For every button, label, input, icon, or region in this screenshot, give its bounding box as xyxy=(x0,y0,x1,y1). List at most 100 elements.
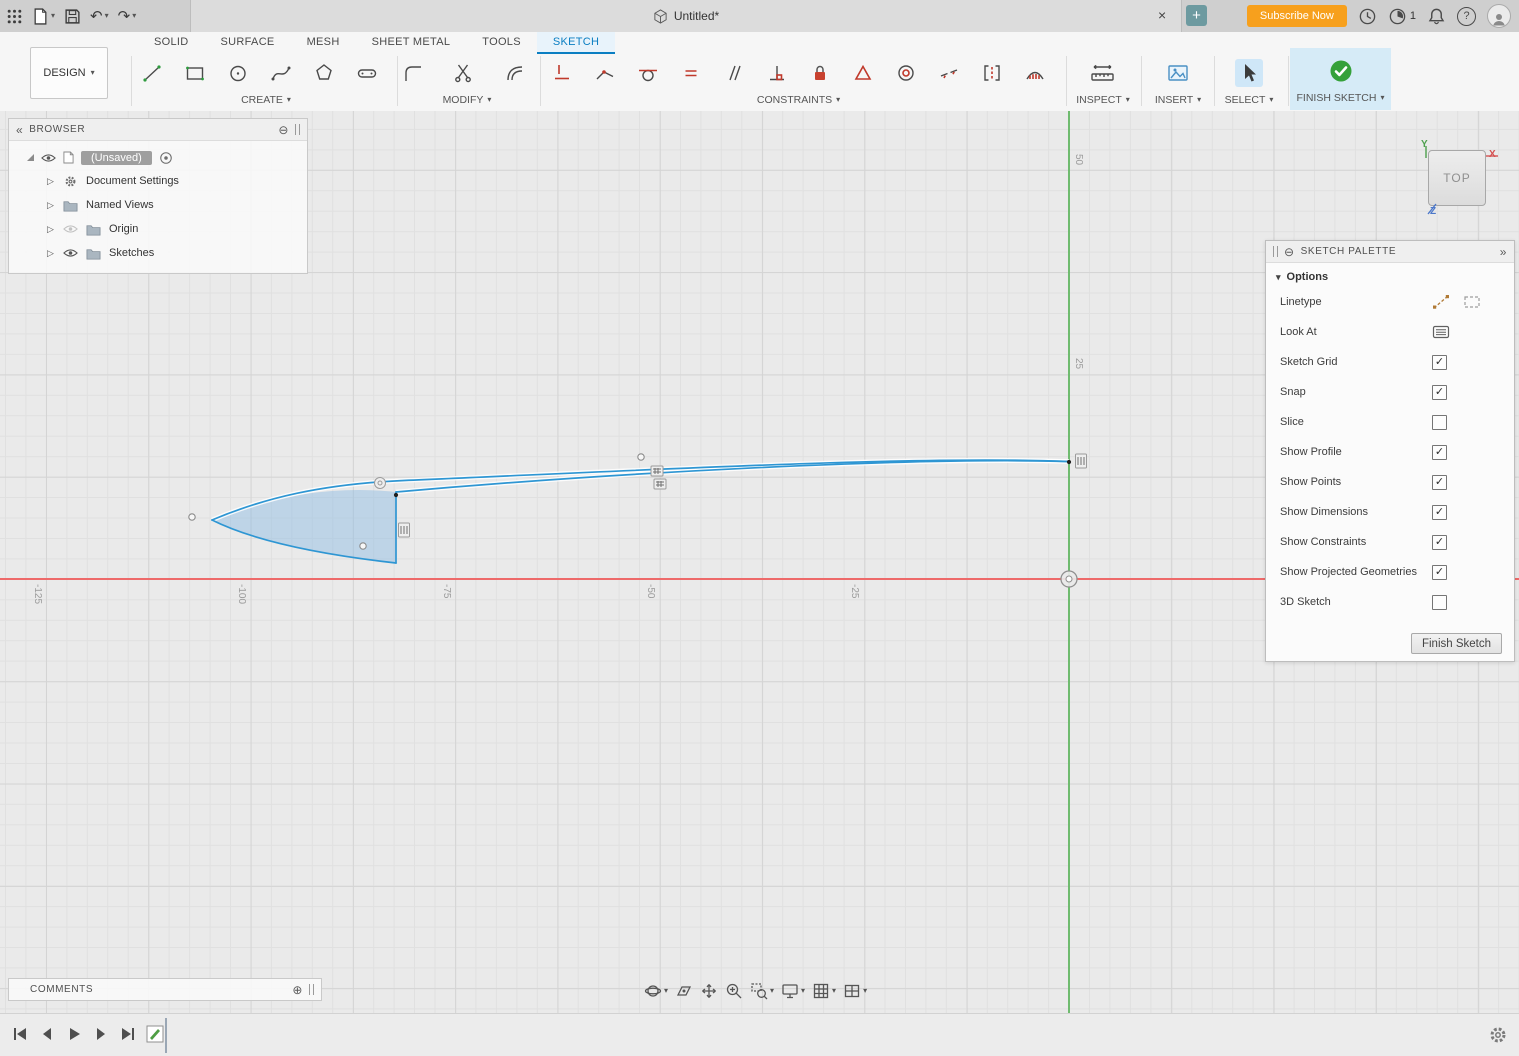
browser-document-row[interactable]: (Unsaved) xyxy=(9,146,307,169)
tab-sketch[interactable]: SKETCH xyxy=(536,32,616,54)
symmetry-constraint[interactable] xyxy=(980,60,1004,86)
inspect-group-label[interactable]: INSPECT ▾ xyxy=(1070,94,1136,106)
go-to-start-button[interactable] xyxy=(10,1024,30,1044)
browser-item-document-settings[interactable]: ▷ Document Settings xyxy=(9,169,307,193)
line-tool[interactable] xyxy=(140,60,164,86)
disclosure-icon[interactable]: ▷ xyxy=(47,248,55,259)
browser-header[interactable]: « BROWSER ⊖ xyxy=(9,119,307,141)
create-group-label[interactable]: CREATE ▾ xyxy=(140,94,392,106)
insert-image-tool[interactable] xyxy=(1166,60,1190,86)
browser-item-named-views[interactable]: ▷ Named Views xyxy=(9,193,307,217)
circle-tool[interactable] xyxy=(226,60,250,86)
pan-button[interactable] xyxy=(700,982,718,1000)
timeline-position-marker[interactable] xyxy=(165,1018,167,1053)
checkbox-show-profile[interactable]: ✓ xyxy=(1432,444,1447,460)
visibility-icon[interactable] xyxy=(63,224,78,234)
viewcube[interactable]: TOP Y X Z xyxy=(1420,139,1504,224)
comments-expand-icon[interactable]: ⊕ xyxy=(292,984,303,996)
finish-sketch-label[interactable]: FINISH SKETCH ▾ xyxy=(1290,92,1391,104)
trim-tool[interactable] xyxy=(452,60,476,86)
zoom-button[interactable] xyxy=(725,982,743,1000)
checkbox-show-projected-geometries[interactable]: ✓ xyxy=(1432,564,1447,580)
play-button[interactable] xyxy=(64,1024,84,1044)
modify-group-label[interactable]: MODIFY ▾ xyxy=(401,94,533,106)
disclosure-icon[interactable]: ▷ xyxy=(47,224,55,235)
sketch-point[interactable] xyxy=(393,492,399,498)
checkbox-sketch-grid[interactable]: ✓ xyxy=(1432,354,1447,370)
checkbox-3d-sketch[interactable] xyxy=(1432,594,1447,610)
construction-linetype-icon[interactable] xyxy=(1432,294,1450,310)
zoom-window-button[interactable]: ▾ xyxy=(750,982,774,1000)
bell-icon[interactable] xyxy=(1427,7,1446,26)
orbit-button[interactable]: ▾ xyxy=(644,982,668,1000)
finish-sketch-palette-button[interactable]: Finish Sketch xyxy=(1410,633,1502,654)
spline-tool[interactable] xyxy=(269,60,293,86)
disclosure-icon[interactable]: ▷ xyxy=(47,200,55,211)
document-name-badge[interactable]: (Unsaved) xyxy=(81,150,152,165)
sketch-point[interactable] xyxy=(1066,459,1072,465)
new-tab-button[interactable]: + xyxy=(1186,5,1207,26)
visibility-icon[interactable] xyxy=(41,153,56,163)
subscribe-button[interactable]: Subscribe Now xyxy=(1246,5,1347,27)
tab-sheet-metal[interactable]: SHEET METAL xyxy=(356,32,467,54)
save-button[interactable] xyxy=(64,8,81,25)
step-back-button[interactable] xyxy=(37,1024,57,1044)
polygon-tool[interactable] xyxy=(312,60,336,86)
tab-tools[interactable]: TOOLS xyxy=(466,32,537,54)
tab-surface[interactable]: SURFACE xyxy=(205,32,291,54)
midpoint-constraint[interactable] xyxy=(851,60,875,86)
step-forward-button[interactable] xyxy=(91,1024,111,1044)
browser-drag-grip[interactable] xyxy=(295,124,300,135)
centerline-linetype-icon[interactable] xyxy=(1463,294,1481,310)
document-tab[interactable]: Untitled* xyxy=(190,0,1182,32)
active-jobs-indicator[interactable]: 1 xyxy=(1388,7,1416,26)
parallel-constraint[interactable] xyxy=(722,60,746,86)
close-tab-icon[interactable]: × xyxy=(1158,7,1166,23)
select-group-label[interactable]: SELECT ▾ xyxy=(1218,94,1280,106)
concentric-constraint[interactable] xyxy=(894,60,918,86)
browser-item-sketches[interactable]: ▷ Sketches xyxy=(9,241,307,265)
look-at-icon[interactable] xyxy=(1432,324,1450,340)
activate-component-radio[interactable] xyxy=(159,151,173,165)
constraints-group-label[interactable]: CONSTRAINTS ▾ xyxy=(550,94,1047,106)
spline-handle-point[interactable] xyxy=(359,542,367,550)
tab-mesh[interactable]: MESH xyxy=(291,32,356,54)
curvature-constraint[interactable] xyxy=(1023,60,1047,86)
collapse-left-icon[interactable]: « xyxy=(16,124,23,136)
fillet-tool[interactable] xyxy=(401,60,425,86)
select-tool[interactable] xyxy=(1235,59,1263,87)
offset-tool[interactable] xyxy=(503,60,527,86)
timeline-settings-gear-icon[interactable] xyxy=(1488,1025,1508,1045)
comments-drag-grip[interactable] xyxy=(309,984,314,995)
visibility-icon[interactable] xyxy=(63,248,78,258)
tangent-constraint[interactable] xyxy=(636,60,660,86)
go-to-end-button[interactable] xyxy=(118,1024,138,1044)
coincident-constraint[interactable] xyxy=(593,60,617,86)
app-grid-icon[interactable] xyxy=(6,8,23,25)
options-section-header[interactable]: ▾ Options xyxy=(1266,263,1514,287)
checkbox-show-points[interactable]: ✓ xyxy=(1432,474,1447,490)
equal-constraint[interactable] xyxy=(679,60,703,86)
browser-item-origin[interactable]: ▷ Origin xyxy=(9,217,307,241)
palette-header[interactable]: ⊖ SKETCH PALETTE » xyxy=(1266,241,1514,263)
job-status-icon[interactable] xyxy=(1358,7,1377,26)
collinear-constraint[interactable] xyxy=(937,60,961,86)
redo-button[interactable]: ↷ ▾ xyxy=(118,9,137,24)
comments-bar[interactable]: COMMENTS ⊕ xyxy=(8,978,322,1001)
spline-handle-point[interactable] xyxy=(188,513,196,521)
disclosure-icon[interactable]: ▷ xyxy=(47,176,55,187)
palette-minimize-icon[interactable]: ⊖ xyxy=(1284,246,1295,258)
checkbox-snap[interactable]: ✓ xyxy=(1432,384,1447,400)
constraint-glyph[interactable] xyxy=(650,465,664,477)
horizontal-vertical-constraint[interactable] xyxy=(550,60,574,86)
workspace-switcher[interactable]: DESIGN ▾ xyxy=(30,47,108,99)
checkbox-show-constraints[interactable]: ✓ xyxy=(1432,534,1447,550)
file-menu-button[interactable]: ▾ xyxy=(32,7,55,25)
palette-drag-grip[interactable] xyxy=(1273,246,1278,257)
viewports-button[interactable]: ▾ xyxy=(843,982,867,1000)
tab-solid[interactable]: SOLID xyxy=(138,32,205,54)
checkbox-slice[interactable] xyxy=(1432,414,1447,430)
sketch-profile-fill[interactable] xyxy=(212,490,396,563)
palette-collapse-icon[interactable]: » xyxy=(1500,246,1507,258)
avatar[interactable] xyxy=(1487,4,1511,28)
